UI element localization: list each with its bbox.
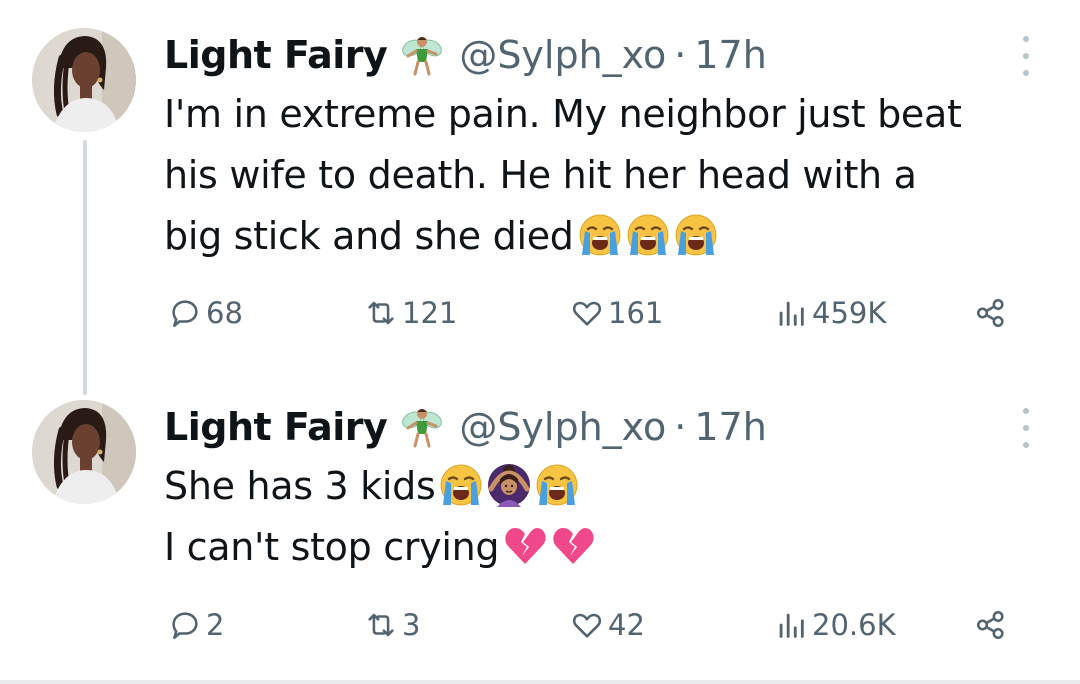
woman-gesturing-ok-icon [487,463,531,507]
crying-face-icon [674,213,718,257]
reply-icon [168,296,202,330]
repost-button[interactable]: 3 [364,608,420,642]
reply-count: 2 [206,608,225,642]
heart-icon [570,608,604,642]
repost-count: 3 [402,608,421,642]
views-count: 20.6K [812,608,896,642]
reply-icon [168,608,202,642]
fairy-icon [399,32,445,78]
author-handle[interactable]: @Sylph_xo [459,33,666,77]
avatar[interactable] [32,28,136,132]
tweet-text: She has 3 kids I can't stop crying [164,456,1054,578]
timestamp[interactable]: 17h [694,405,766,449]
timestamp[interactable]: 17h [694,33,766,77]
repost-icon [364,608,398,642]
repost-count: 121 [402,296,458,330]
tweet-text-line: big stick and she died [164,206,1054,267]
crying-face-icon [535,463,579,507]
like-count: 161 [608,296,664,330]
reply-button[interactable]: 68 [168,296,243,330]
views-button[interactable]: 459K [774,296,886,330]
like-count: 42 [608,608,645,642]
avatar[interactable] [32,400,136,504]
author-handle[interactable]: @Sylph_xo [459,405,666,449]
tweet-text: I'm in extreme pain. My neighbor just be… [164,84,1054,267]
action-bar: 2 3 42 20.6K [164,608,1034,652]
repost-icon [364,296,398,330]
like-button[interactable]: 42 [570,608,645,642]
share-button[interactable] [974,296,1012,330]
tweet-text-line: She has 3 kids [164,456,1054,517]
views-icon [774,296,808,330]
more-options-icon[interactable] [1016,36,1036,76]
divider [0,680,1080,684]
crying-face-icon [578,213,622,257]
action-bar: 68 121 161 459K [164,296,1034,340]
share-icon [974,296,1008,330]
separator-dot: · [674,33,687,77]
author-name[interactable]: Light Fairy [164,405,388,449]
fairy-icon [399,404,445,450]
crying-face-icon [626,213,670,257]
views-icon [774,608,808,642]
tweet-text-line: I'm in extreme pain. My neighbor just be… [164,92,962,136]
share-button[interactable] [974,608,1012,642]
views-button[interactable]: 20.6K [774,608,896,642]
reply-button[interactable]: 2 [168,608,224,642]
crying-face-icon [439,463,483,507]
share-icon [974,608,1008,642]
repost-button[interactable]: 121 [364,296,457,330]
tweet-1[interactable]: Light Fairy @Sylph_xo · 17h I'm in extre… [0,0,1080,380]
heart-icon [570,296,604,330]
views-count: 459K [812,296,887,330]
tweet-2[interactable]: Light Fairy @Sylph_xo · 17h She has 3 ki… [0,380,1080,680]
author-name[interactable]: Light Fairy [164,33,388,77]
tweet-header: Light Fairy @Sylph_xo · 17h [164,402,767,452]
more-options-icon[interactable] [1016,408,1036,448]
tweet-header: Light Fairy @Sylph_xo · 17h [164,30,767,80]
broken-heart-icon [503,524,547,568]
reply-count: 68 [206,296,243,330]
tweet-text-line: his wife to death. He hit her head with … [164,153,917,197]
broken-heart-icon [551,524,595,568]
tweet-text-line: I can't stop crying [164,517,1054,578]
separator-dot: · [674,405,687,449]
like-button[interactable]: 161 [570,296,663,330]
